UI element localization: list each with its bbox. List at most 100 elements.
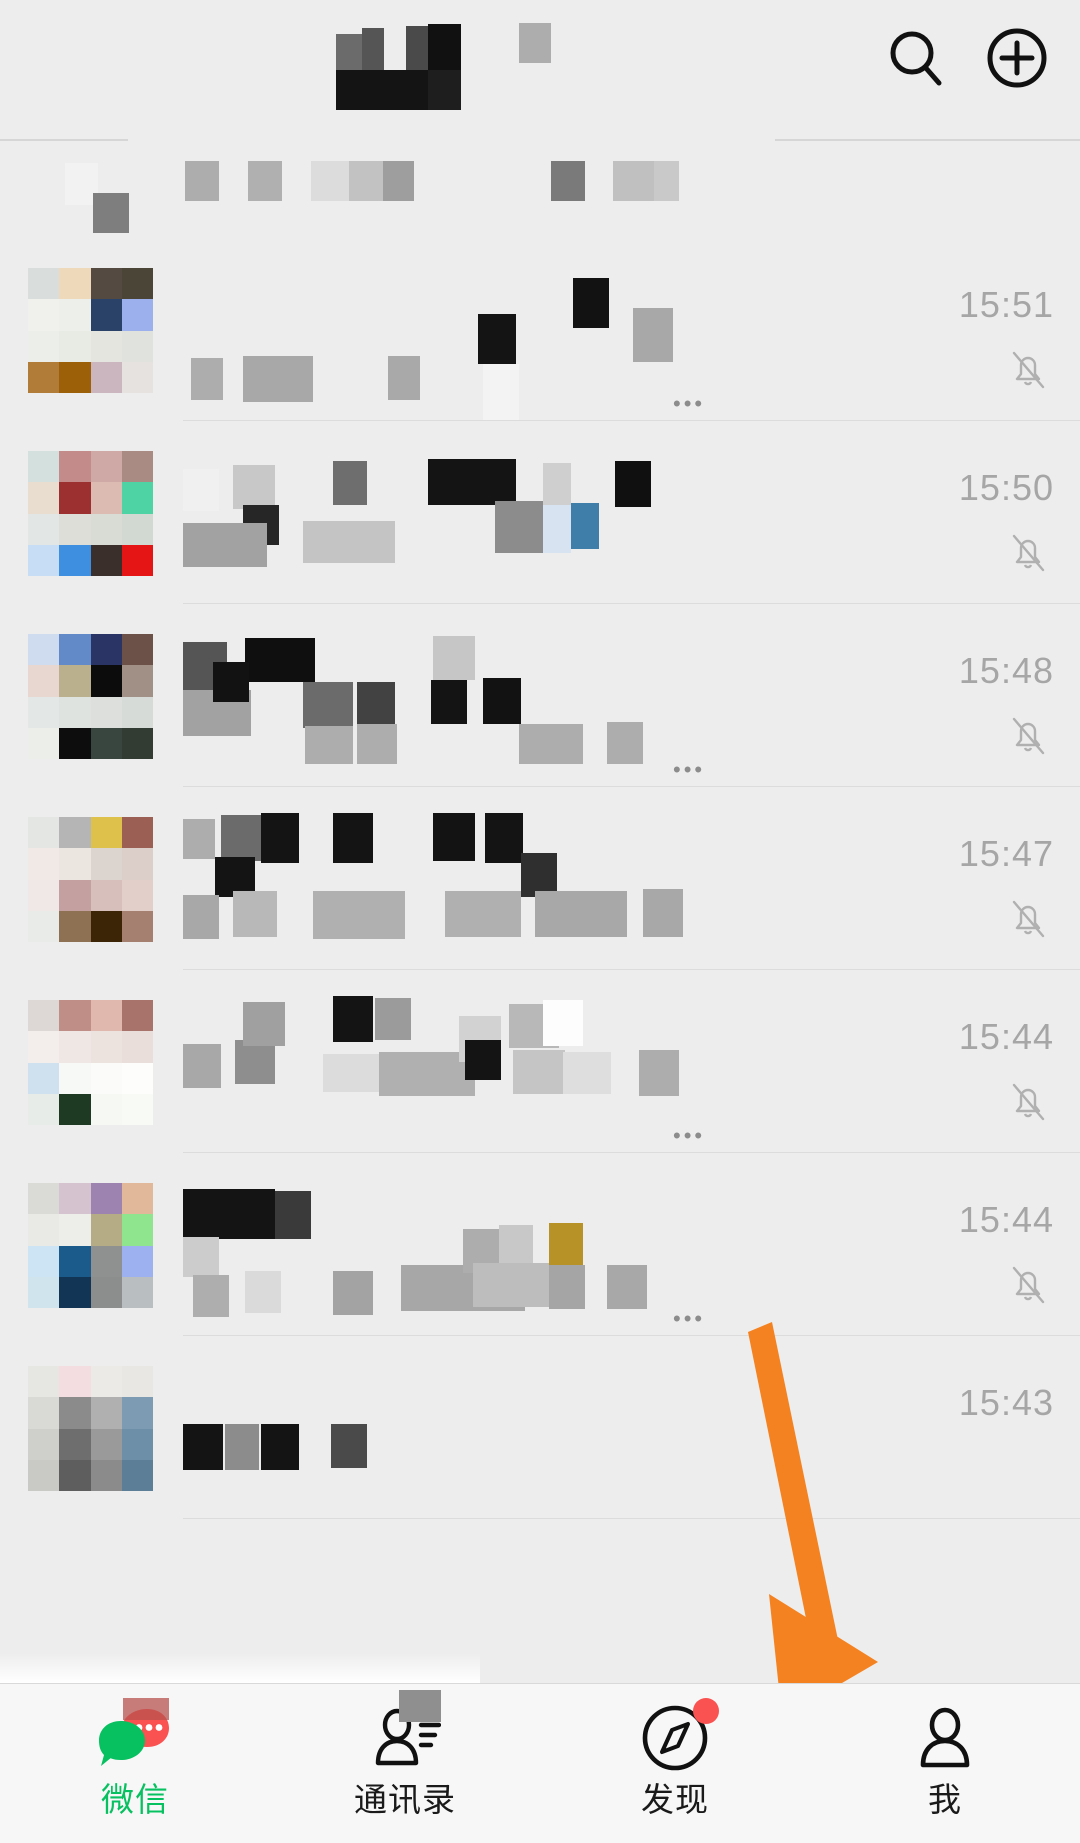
- avatar-tile: [59, 1183, 91, 1215]
- avatar-tile: [59, 634, 91, 666]
- redacted-block: [513, 1050, 565, 1094]
- redacted-block: [478, 314, 516, 364]
- avatar-tile: [28, 817, 60, 849]
- chat-list-item[interactable]: 15:50: [0, 421, 1080, 604]
- redacted-block: [571, 503, 599, 549]
- avatar-tile: [59, 665, 91, 697]
- redacted-block: [543, 463, 571, 509]
- redacted-block: [383, 161, 414, 201]
- bottom-tab-bar[interactable]: 微信 通讯录 发现 我: [0, 1683, 1080, 1843]
- mute-bell-icon: [1006, 895, 1050, 948]
- chat-list-item[interactable]: ••• 15:44: [0, 970, 1080, 1153]
- chat-list-item[interactable]: ••• 15:44: [0, 1153, 1080, 1336]
- chat-list-item[interactable]: ••• 15:48: [0, 604, 1080, 787]
- avatar-tile: [121, 848, 153, 880]
- avatar-tile: [121, 696, 153, 728]
- redacted-block: [261, 813, 299, 863]
- redacted-block: [535, 891, 627, 937]
- tab-label: 微信: [101, 1781, 169, 1818]
- redacted-block: [275, 1191, 311, 1239]
- chat-list[interactable]: ••• 15:51 15:50 ••• 15:48 15:47 ••• 15:44 ••• 15:…: [0, 238, 1080, 1519]
- chat-meta: 15:48: [854, 604, 1054, 787]
- avatar-tile: [90, 1000, 122, 1032]
- avatar-tile: [121, 451, 153, 483]
- redacted-block: [191, 358, 223, 400]
- avatar-tile: [90, 1366, 122, 1398]
- redacted-block: [243, 1002, 285, 1046]
- avatar[interactable]: [28, 817, 153, 942]
- chat-list-item[interactable]: ••• 15:51: [0, 238, 1080, 421]
- redacted-block: [519, 724, 583, 764]
- avatar-tile: [59, 1245, 91, 1277]
- redacted-block: [183, 1424, 223, 1470]
- avatar-tile: [28, 665, 60, 697]
- status-notice-bar[interactable]: [0, 115, 1080, 238]
- avatar-tile: [121, 513, 153, 545]
- avatar[interactable]: [28, 1000, 153, 1125]
- avatar-tile: [28, 1000, 60, 1032]
- avatar-tile: [90, 848, 122, 880]
- redacted-block: [643, 889, 683, 937]
- chat-list-item[interactable]: 15:47: [0, 787, 1080, 970]
- avatar-tile: [90, 634, 122, 666]
- avatar[interactable]: [28, 634, 153, 759]
- avatar-tile: [90, 1093, 122, 1125]
- avatar[interactable]: [28, 268, 153, 393]
- avatar-tile: [28, 1397, 60, 1429]
- avatar-tile: [28, 1062, 60, 1094]
- tab-wechat[interactable]: 微信: [0, 1684, 270, 1843]
- redacted-block: [433, 813, 475, 861]
- avatar-tile: [59, 696, 91, 728]
- avatar-tile: [28, 1214, 60, 1246]
- person-icon[interactable]: [907, 1700, 983, 1776]
- avatar-tile: [121, 1397, 153, 1429]
- truncation-ellipsis: •••: [673, 391, 706, 416]
- redacted-badge: [399, 1690, 441, 1722]
- avatar-tile: [90, 513, 122, 545]
- tab-me[interactable]: 我: [810, 1684, 1080, 1843]
- redacted-block: [183, 523, 267, 567]
- redacted-block: [333, 813, 373, 863]
- avatar-tile: [28, 299, 60, 331]
- chat-list-item[interactable]: 15:43: [0, 1336, 1080, 1519]
- redacted-block: [233, 891, 277, 937]
- compass-icon[interactable]: [637, 1698, 719, 1776]
- avatar-tile: [59, 1000, 91, 1032]
- avatar-tile: [121, 330, 153, 362]
- plus-circle-icon[interactable]: [982, 23, 1052, 93]
- avatar-tile: [121, 1214, 153, 1246]
- redacted-block: [183, 1237, 219, 1277]
- avatar-tile: [121, 299, 153, 331]
- avatar[interactable]: [28, 1183, 153, 1308]
- avatar-tile: [28, 1183, 60, 1215]
- avatar[interactable]: [28, 451, 153, 576]
- redacted-block: [615, 461, 651, 507]
- redacted-block: [654, 161, 679, 201]
- redacted-block: [607, 722, 643, 764]
- contacts-person-icon[interactable]: [367, 1690, 443, 1776]
- redacted-block: [375, 998, 411, 1040]
- avatar-tile: [59, 513, 91, 545]
- avatar-tile: [28, 451, 60, 483]
- redacted-block: [433, 636, 475, 680]
- avatar-tile: [28, 1031, 60, 1063]
- redacted-block: [483, 364, 519, 420]
- avatar-tile: [121, 1093, 153, 1125]
- chat-text-redacted: •••: [183, 970, 850, 1153]
- chat-bubbles-icon[interactable]: [97, 1698, 173, 1776]
- avatar-tile: [59, 1093, 91, 1125]
- avatar-tile: [59, 1276, 91, 1308]
- redacted-block: [445, 891, 521, 937]
- tab-contacts[interactable]: 通讯录: [270, 1684, 540, 1843]
- avatar-tile: [121, 482, 153, 514]
- avatar[interactable]: [28, 1366, 153, 1491]
- avatar-tile: [121, 634, 153, 666]
- tab-discover[interactable]: 发现: [540, 1684, 810, 1843]
- chat-timestamp: 15:50: [958, 467, 1054, 508]
- search-icon[interactable]: [882, 23, 952, 93]
- avatar-tile: [121, 1245, 153, 1277]
- redacted-block: [607, 1265, 647, 1309]
- chat-meta: 15:44: [854, 1153, 1054, 1336]
- header-subtitle-redacted: [519, 23, 551, 63]
- redacted-block: [183, 1044, 221, 1088]
